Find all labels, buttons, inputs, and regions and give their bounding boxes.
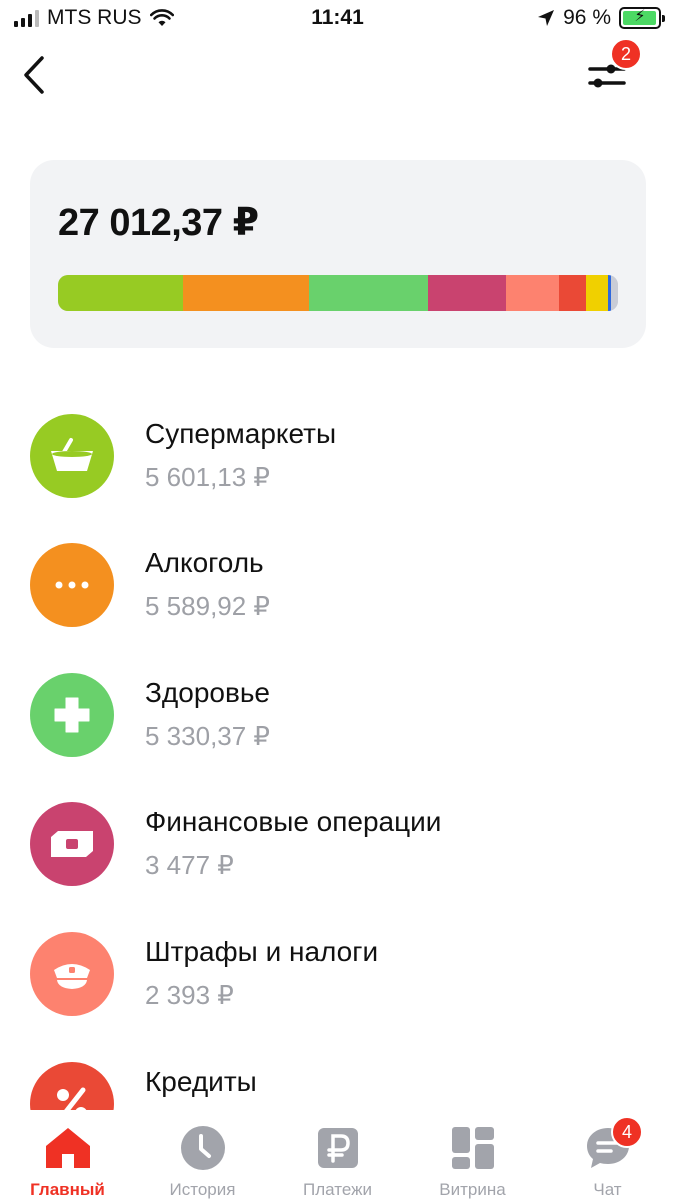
bar-segment: [586, 275, 608, 311]
category-icon-circle: [30, 414, 114, 498]
back-button[interactable]: [18, 52, 58, 98]
chat-unread-badge: 4: [611, 1116, 643, 1148]
category-name: Кредиты: [145, 1066, 257, 1097]
tab-label: Чат: [593, 1180, 622, 1199]
grid-icon: [449, 1124, 497, 1172]
tab-label: Витрина: [439, 1180, 506, 1199]
bar-segment: [183, 275, 309, 311]
category-amount: 5 589,92 ₽: [145, 591, 270, 621]
charging-bolt-icon: ⚡: [634, 8, 646, 25]
total-amount: 27 012,37 ₽: [58, 202, 259, 244]
ruble-icon: [314, 1124, 362, 1172]
category-amount: 5 330,37 ₽: [145, 721, 270, 751]
category-name: Алкоголь: [145, 547, 264, 578]
status-bar: MTS RUS 11:41 96 % ⚡: [0, 0, 675, 40]
filter-count-badge: 2: [610, 38, 642, 70]
category-icon-circle: [30, 543, 114, 627]
bar-segment: [559, 275, 587, 311]
police-cap-icon: [54, 964, 90, 989]
category-row[interactable]: Здоровье 5 330,37 ₽: [30, 673, 650, 773]
category-icon-circle: [30, 802, 114, 886]
category-row[interactable]: Супермаркеты 5 601,13 ₽: [30, 414, 650, 514]
battery-tip: [662, 15, 665, 22]
chevron-left-icon: [24, 56, 44, 94]
category-row[interactable]: Штрафы и налоги 2 393 ₽: [30, 932, 650, 1032]
category-icon-circle: [30, 932, 114, 1016]
category-row[interactable]: Финансовые операции 3 477 ₽: [30, 802, 650, 902]
clock-icon: [179, 1124, 227, 1172]
spending-summary-card[interactable]: 27 012,37 ₽: [30, 160, 646, 348]
tab-label: История: [169, 1180, 236, 1199]
tab-label: Главный: [30, 1180, 105, 1199]
category-name: Здоровье: [145, 677, 271, 708]
bar-segment: [58, 275, 184, 311]
bar-segment: [611, 275, 618, 311]
tab-bar: Главный История Платежи Витрина Чат 4: [0, 1110, 675, 1200]
category-name: Финансовые операции: [145, 806, 442, 837]
bar-segment: [308, 275, 428, 311]
dots-icon: [55, 581, 89, 589]
category-name: Супермаркеты: [145, 418, 337, 449]
basket-icon: [51, 438, 93, 471]
category-amount: 2 393 ₽: [145, 980, 234, 1010]
bar-segment: [427, 275, 506, 311]
home-icon: [44, 1124, 92, 1172]
tab-history[interactable]: История: [135, 1110, 270, 1200]
battery-percent: 96 %: [563, 6, 611, 29]
tab-payments[interactable]: Платежи: [270, 1110, 405, 1200]
category-row[interactable]: Алкоголь 5 589,92 ₽: [30, 543, 650, 643]
tab-showcase[interactable]: Витрина: [405, 1110, 540, 1200]
location-arrow-icon: [538, 10, 555, 26]
category-amount: 3 477 ₽: [145, 850, 234, 880]
category-icon-circle: [30, 673, 114, 757]
spending-distribution-bar: [58, 275, 618, 311]
tab-label: Платежи: [303, 1180, 372, 1199]
tab-main[interactable]: Главный: [0, 1110, 135, 1200]
status-right: 96 % ⚡: [537, 6, 665, 30]
bar-segment: [505, 275, 560, 311]
tab-chat[interactable]: Чат 4: [540, 1110, 675, 1200]
battery-icon: ⚡: [619, 7, 665, 29]
category-amount: 5 601,13 ₽: [145, 462, 270, 492]
category-name: Штрафы и налоги: [145, 936, 379, 967]
medical-cross-icon: [54, 697, 90, 733]
banknote-icon: [51, 831, 93, 857]
